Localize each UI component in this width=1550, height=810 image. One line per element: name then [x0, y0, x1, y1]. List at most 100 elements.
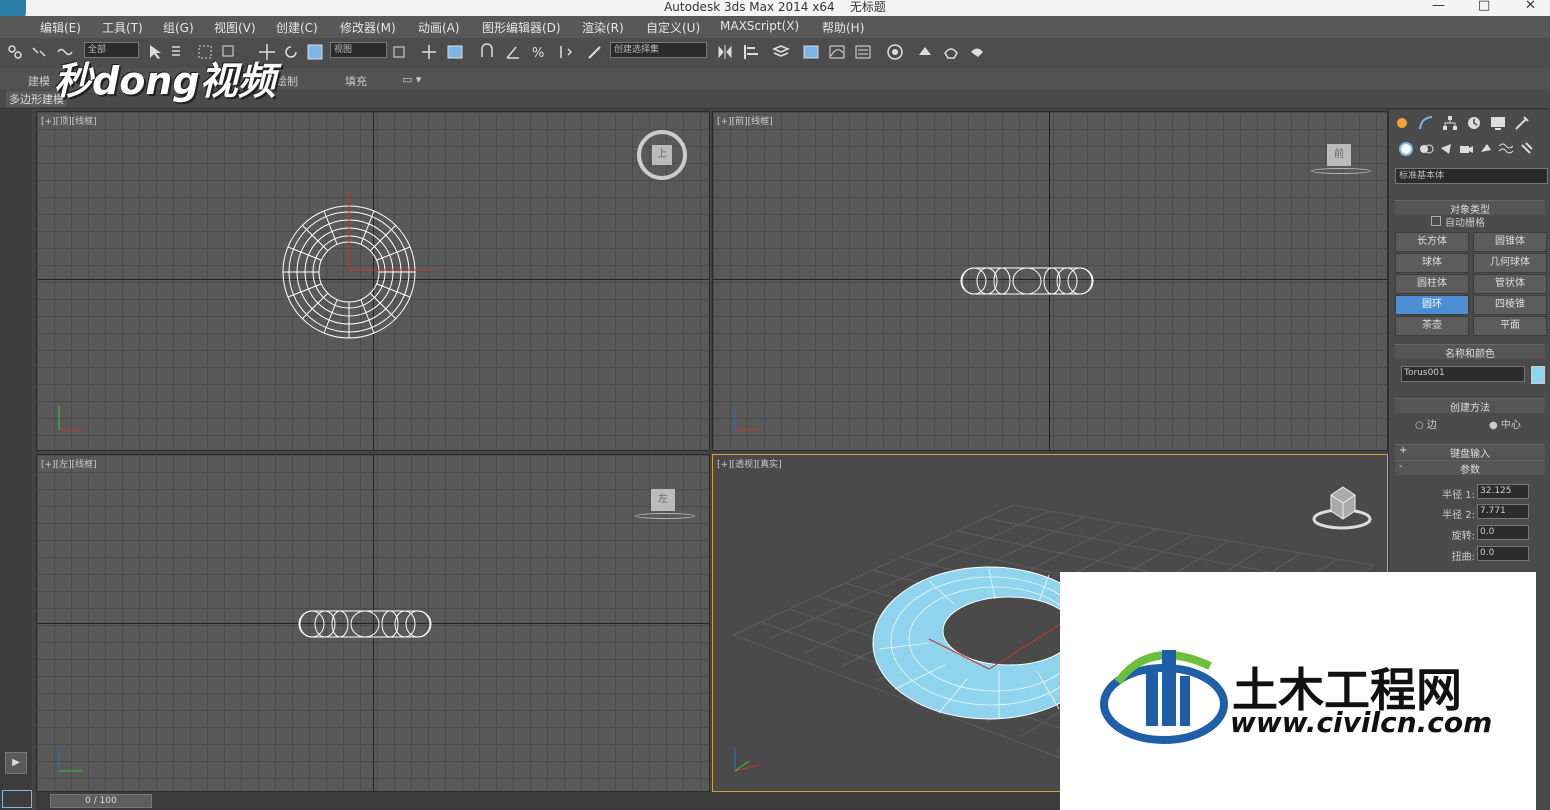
tab-populate[interactable]: 填充 [345, 73, 367, 89]
pyramid-button[interactable]: 四棱锥 [1473, 295, 1547, 315]
geosphere-button[interactable]: 几何球体 [1473, 253, 1547, 273]
align-icon[interactable] [742, 43, 760, 61]
unlink-icon[interactable] [30, 43, 48, 61]
viewport-layout-icon[interactable] [2, 790, 32, 808]
spacewarps-icon[interactable] [1497, 140, 1515, 158]
torus-button[interactable]: 圆环 [1395, 295, 1469, 315]
rendered-frame-icon[interactable] [942, 43, 960, 61]
method-edge-radio[interactable]: ○ 边 [1415, 416, 1437, 431]
curve-editor-icon[interactable] [828, 43, 846, 61]
menu-graph-editors[interactable]: 图形编辑器(D) [482, 19, 561, 36]
link-icon[interactable] [6, 43, 24, 61]
layer-manager-icon[interactable] [772, 43, 790, 61]
material-editor-icon[interactable] [886, 43, 904, 61]
close-button[interactable]: ✕ [1525, 0, 1536, 13]
method-center-radio[interactable]: ● 中心 [1489, 416, 1521, 431]
radius2-input[interactable]: 7.771 [1477, 504, 1529, 519]
viewcube[interactable]: 上 [652, 145, 672, 165]
viewport-front[interactable]: [+][前][线框] 前 [712, 111, 1388, 451]
rotation-input[interactable]: 0.0 [1477, 525, 1529, 540]
sphere-button[interactable]: 球体 [1395, 253, 1469, 273]
viewcube[interactable]: 左 [651, 489, 675, 511]
systems-icon[interactable] [1517, 140, 1535, 158]
viewcube-ring[interactable] [1311, 168, 1371, 174]
cone-button[interactable]: 圆锥体 [1473, 232, 1547, 252]
name-color-rollout-header[interactable]: 名称和颜色 [1395, 344, 1545, 360]
menu-customize[interactable]: 自定义(U) [646, 19, 700, 36]
transform-gizmo[interactable] [343, 182, 443, 282]
render-setup-icon[interactable] [916, 43, 934, 61]
teapot-button[interactable]: 茶壶 [1395, 316, 1469, 336]
cameras-icon[interactable] [1457, 140, 1475, 158]
named-selection-dropdown[interactable]: 创建选择集 [610, 42, 707, 58]
maximize-button[interactable]: □ [1478, 0, 1490, 13]
viewport-left[interactable]: [+][左][线框] 左 [36, 454, 710, 792]
menu-group[interactable]: 组(G) [163, 19, 194, 36]
scale-icon[interactable] [306, 43, 324, 61]
keyboard-entry-rollout-header[interactable]: + 键盘输入 [1395, 444, 1545, 460]
primitive-type-dropdown[interactable]: 标准基本体 [1395, 168, 1548, 184]
rotate-icon[interactable] [282, 43, 300, 61]
snaps-toggle-icon[interactable] [478, 43, 496, 61]
viewcube-ring[interactable] [635, 513, 695, 519]
autogrid-checkbox[interactable] [1431, 216, 1441, 226]
menu-maxscript[interactable]: MAXScript(X) [720, 19, 799, 33]
tab-modeling[interactable]: 建模 [28, 73, 50, 89]
tab-freeform[interactable]: 绘制 [276, 73, 298, 89]
tube-button[interactable]: 管状体 [1473, 274, 1547, 294]
radius1-input[interactable]: 32.125 [1477, 484, 1529, 499]
object-name-input[interactable]: Torus001 [1401, 366, 1525, 382]
viewport-label[interactable]: [+][左][线框] [41, 457, 97, 470]
hierarchy-tab-icon[interactable] [1441, 114, 1459, 132]
object-type-rollout-header[interactable]: 对象类型 [1395, 200, 1545, 216]
helpers-icon[interactable] [1477, 140, 1495, 158]
menu-tools[interactable]: 工具(T) [102, 19, 143, 36]
shapes-icon[interactable] [1417, 140, 1435, 158]
percent-snap-icon[interactable]: % [530, 43, 548, 61]
viewport-label[interactable]: [+][顶][线框] [41, 114, 97, 127]
plane-button[interactable]: 平面 [1473, 316, 1547, 336]
menu-edit[interactable]: 编辑(E) [40, 19, 81, 36]
create-tab-icon[interactable] [1393, 114, 1411, 132]
viewcube-ring[interactable]: 上 [637, 130, 687, 180]
modify-tab-icon[interactable] [1417, 114, 1435, 132]
creation-method-rollout-header[interactable]: 创建方法 [1395, 398, 1545, 414]
parameters-rollout-header[interactable]: - 参数 [1395, 460, 1545, 476]
minimize-button[interactable]: — [1432, 0, 1445, 13]
time-slider[interactable]: 0 / 100 [50, 794, 152, 808]
menu-animation[interactable]: 动画(A) [418, 19, 460, 36]
viewcube[interactable]: 前 [1327, 144, 1351, 166]
object-color-swatch[interactable] [1531, 366, 1545, 384]
edit-named-selection-icon[interactable] [586, 43, 604, 61]
menu-rendering[interactable]: 渲染(R) [582, 19, 624, 36]
box-button[interactable]: 长方体 [1395, 232, 1469, 252]
keyboard-shortcut-icon[interactable] [446, 43, 464, 61]
spinner-snap-icon[interactable] [556, 43, 574, 61]
geometry-icon[interactable] [1397, 140, 1415, 158]
torus-wireframe-left[interactable] [295, 607, 435, 641]
schematic-view-icon[interactable] [854, 43, 872, 61]
pivot-center-icon[interactable] [390, 43, 408, 61]
cylinder-button[interactable]: 圆柱体 [1395, 274, 1469, 294]
menu-create[interactable]: 创建(C) [276, 19, 318, 36]
lights-icon[interactable] [1437, 140, 1455, 158]
display-tab-icon[interactable] [1489, 114, 1507, 132]
graphite-tools-icon[interactable] [802, 43, 820, 61]
select-manipulate-icon[interactable] [420, 43, 438, 61]
ribbon-options-icon[interactable]: ▭ ▾ [402, 73, 421, 86]
menu-modifiers[interactable]: 修改器(M) [340, 19, 396, 36]
menu-views[interactable]: 视图(V) [214, 19, 256, 36]
menu-help[interactable]: 帮助(H) [822, 19, 864, 36]
viewport-label[interactable]: [+][前][线框] [717, 114, 773, 127]
render-production-icon[interactable] [968, 43, 986, 61]
utilities-tab-icon[interactable] [1513, 114, 1531, 132]
mirror-icon[interactable] [716, 43, 734, 61]
torus-wireframe-front[interactable] [957, 264, 1097, 298]
angle-snap-icon[interactable] [504, 43, 522, 61]
motion-tab-icon[interactable] [1465, 114, 1483, 132]
viewcube-3d[interactable] [1309, 481, 1375, 531]
ref-coord-dropdown[interactable]: 视图 [330, 42, 387, 58]
play-icon[interactable]: ▶ [5, 752, 27, 774]
twist-input[interactable]: 0.0 [1477, 546, 1529, 561]
viewport-top[interactable]: [+][顶][线框] 上 [36, 111, 710, 451]
